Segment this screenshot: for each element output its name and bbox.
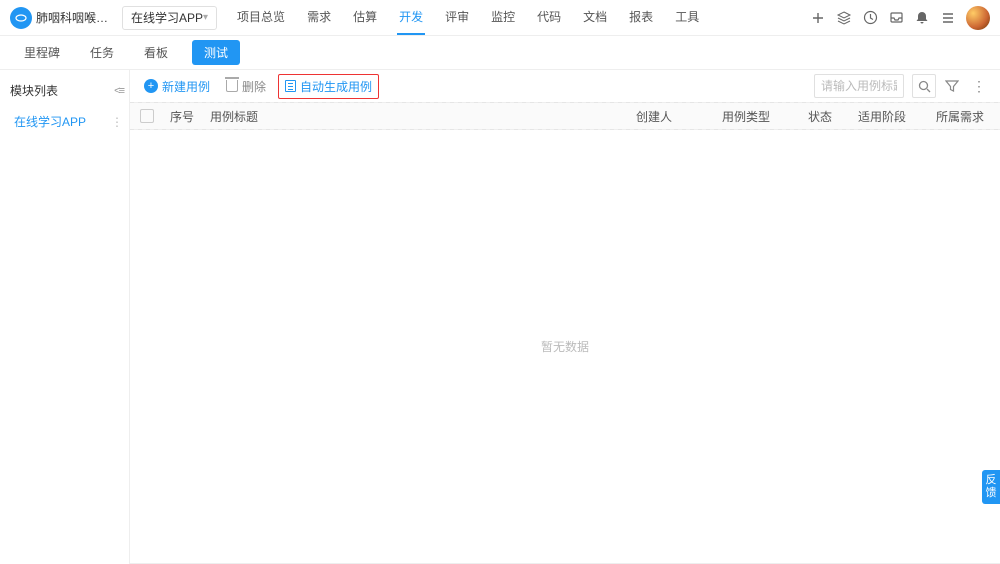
case-toolbar: + 新建用例 删除 自动生成用例 ⋮	[130, 70, 1000, 102]
new-case-button[interactable]: + 新建用例	[140, 76, 214, 97]
sidebar-item-label: 在线学习APP	[14, 113, 86, 130]
sidebar-item-app[interactable]: 在线学习APP ⋮	[10, 109, 129, 134]
delete-button[interactable]: 删除	[222, 76, 270, 97]
more-actions-icon[interactable]: ⋮	[968, 78, 990, 95]
nav-reports[interactable]: 报表	[627, 0, 655, 35]
document-icon	[285, 80, 296, 92]
subnav-milestone[interactable]: 里程碑	[18, 40, 66, 65]
main-nav: 项目总览 需求 估算 开发 评审 监控 代码 文档 报表 工具	[235, 0, 701, 35]
col-type[interactable]: 用例类型	[716, 108, 802, 125]
select-all-checkbox[interactable]	[140, 109, 154, 123]
nav-overview[interactable]: 项目总览	[235, 0, 287, 35]
menu-icon[interactable]	[940, 10, 956, 26]
app-logo-icon	[10, 7, 32, 29]
subnav-task[interactable]: 任务	[84, 40, 120, 65]
col-status[interactable]: 状态	[802, 108, 852, 125]
col-seq[interactable]: 序号	[164, 108, 204, 125]
nav-docs[interactable]: 文档	[581, 0, 609, 35]
layers-icon[interactable]	[836, 10, 852, 26]
bell-icon[interactable]	[914, 10, 930, 26]
feedback-tab[interactable]: 反馈	[982, 470, 1000, 504]
clock-icon[interactable]	[862, 10, 878, 26]
table-header: 序号 用例标题 创建人 用例类型 状态 适用阶段 所属需求	[130, 102, 1000, 130]
empty-state-label: 暂无数据	[541, 338, 589, 355]
col-req[interactable]: 所属需求	[930, 108, 1000, 125]
more-icon[interactable]: ⋮	[111, 115, 123, 129]
project-selector[interactable]: 在线学习APP ▾	[122, 6, 217, 30]
table-body-empty: 暂无数据	[130, 130, 1000, 563]
team-selector[interactable]: 肺咽科咽喉的团队…	[36, 9, 116, 26]
funnel-icon	[945, 79, 959, 93]
new-case-label: 新建用例	[162, 78, 210, 95]
nav-estimate[interactable]: 估算	[351, 0, 379, 35]
plus-icon[interactable]	[810, 10, 826, 26]
collapse-icon[interactable]: <≡	[114, 85, 123, 97]
user-avatar[interactable]	[966, 6, 990, 30]
inbox-icon[interactable]	[888, 10, 904, 26]
col-stage[interactable]: 适用阶段	[852, 108, 930, 125]
project-selector-label: 在线学习APP	[131, 9, 203, 26]
sidebar: 模块列表 <≡ 在线学习APP ⋮	[0, 70, 130, 564]
nav-monitor[interactable]: 监控	[489, 0, 517, 35]
nav-tools[interactable]: 工具	[673, 0, 701, 35]
auto-generate-button[interactable]: 自动生成用例	[278, 74, 379, 99]
col-title[interactable]: 用例标题	[204, 108, 630, 125]
nav-code[interactable]: 代码	[535, 0, 563, 35]
top-right-actions	[810, 6, 990, 30]
top-bar: 肺咽科咽喉的团队… 在线学习APP ▾ 项目总览 需求 估算 开发 评审 监控 …	[0, 0, 1000, 36]
subnav-test[interactable]: 测试	[192, 40, 240, 65]
search-icon	[918, 80, 931, 93]
sub-nav: 里程碑 任务 看板 测试	[0, 36, 1000, 70]
nav-develop[interactable]: 开发	[397, 0, 425, 35]
col-creator[interactable]: 创建人	[630, 108, 716, 125]
filter-button[interactable]	[944, 79, 960, 93]
search-button[interactable]	[912, 74, 936, 98]
nav-review[interactable]: 评审	[443, 0, 471, 35]
search-input[interactable]	[814, 74, 904, 98]
plus-circle-icon: +	[144, 79, 158, 93]
auto-generate-label: 自动生成用例	[300, 78, 372, 95]
nav-requirements[interactable]: 需求	[305, 0, 333, 35]
trash-icon	[226, 80, 238, 92]
delete-label: 删除	[242, 78, 266, 95]
content-body: 模块列表 <≡ 在线学习APP ⋮ + 新建用例 删除 自动生成用例	[0, 70, 1000, 564]
chevron-down-icon: ▾	[203, 12, 208, 23]
subnav-board[interactable]: 看板	[138, 40, 174, 65]
sidebar-title: 模块列表	[10, 82, 58, 99]
main-panel: + 新建用例 删除 自动生成用例 ⋮ 序号	[130, 70, 1000, 564]
